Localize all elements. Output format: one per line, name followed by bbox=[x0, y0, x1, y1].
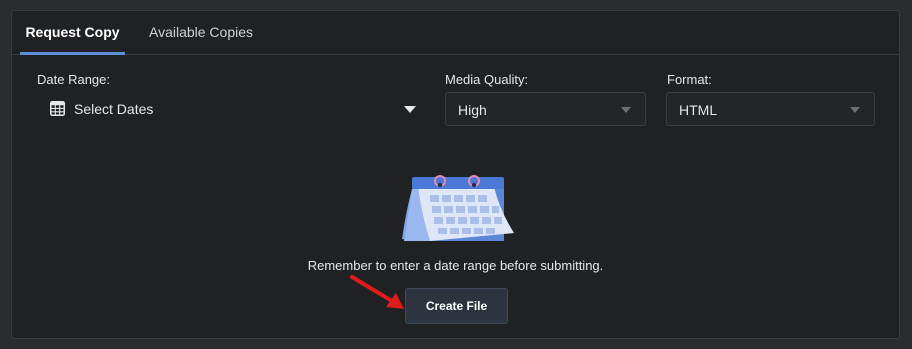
red-arrow-annotation bbox=[350, 275, 404, 309]
format-select[interactable]: HTML bbox=[666, 92, 875, 126]
tab-bar: Request Copy Available Copies bbox=[12, 11, 899, 55]
create-file-button[interactable]: Create File bbox=[405, 288, 508, 324]
date-range-value: Select Dates bbox=[74, 101, 154, 117]
format-label: Format: bbox=[667, 72, 712, 87]
chevron-down-icon bbox=[404, 106, 416, 113]
calendar-illustration bbox=[402, 175, 514, 241]
media-quality-value: High bbox=[458, 102, 487, 118]
request-copy-panel: Request Copy Available Copies Date Range… bbox=[11, 10, 900, 339]
tab-available-copies[interactable]: Available Copies bbox=[146, 11, 256, 54]
chevron-down-icon bbox=[850, 107, 860, 113]
media-quality-label: Media Quality: bbox=[445, 72, 529, 87]
empty-state-message: Remember to enter a date range before su… bbox=[307, 258, 604, 273]
calendar-grid-icon bbox=[50, 101, 65, 116]
date-range-picker[interactable]: Select Dates bbox=[38, 92, 416, 126]
format-value: HTML bbox=[679, 102, 718, 118]
media-quality-select[interactable]: High bbox=[445, 92, 646, 126]
date-range-label: Date Range: bbox=[37, 72, 110, 87]
tab-request-copy[interactable]: Request Copy bbox=[20, 11, 125, 55]
chevron-down-icon bbox=[621, 107, 631, 113]
